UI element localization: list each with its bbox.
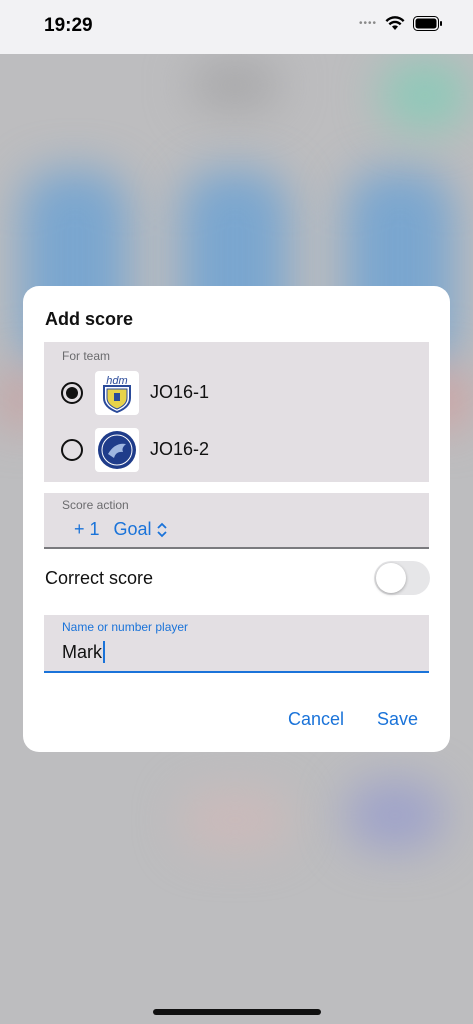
score-action-select[interactable]: Score action + 1 Goal xyxy=(44,493,429,549)
home-indicator[interactable] xyxy=(153,1009,321,1015)
team-option-jo16-1[interactable]: hdm JO16-1 xyxy=(44,367,429,417)
battery-icon xyxy=(413,16,442,31)
hdm-crest-icon: hdm xyxy=(95,371,139,415)
team-name: JO16-1 xyxy=(150,382,210,402)
status-bar: 19:29 •••• xyxy=(0,0,473,54)
add-score-dialog: Add score For team hdm JO16-1 JO16-2 Sco… xyxy=(23,286,450,752)
score-points: + 1 xyxy=(74,519,100,539)
toggle-knob xyxy=(376,563,406,593)
status-time: 19:29 xyxy=(44,15,93,36)
radio-unselected[interactable] xyxy=(61,439,83,461)
bg-blob xyxy=(190,60,280,110)
player-field-label: Name or number player xyxy=(62,620,189,634)
team-name: JO16-2 xyxy=(150,439,210,459)
team-section-label: For team xyxy=(62,349,111,363)
player-input[interactable]: Mark xyxy=(62,641,105,663)
player-input-value: Mark xyxy=(62,641,102,662)
team-selector: For team hdm JO16-1 JO16-2 xyxy=(44,342,429,482)
score-action-value[interactable]: + 1 Goal xyxy=(74,519,168,540)
wifi-icon xyxy=(385,16,405,30)
save-button[interactable]: Save xyxy=(377,709,418,730)
bg-blob xyxy=(180,790,290,850)
updown-chevron-icon xyxy=(156,522,167,537)
cancel-button[interactable]: Cancel xyxy=(288,709,344,730)
score-action-label: Score action xyxy=(62,498,129,512)
score-type: Goal xyxy=(113,519,152,539)
text-cursor xyxy=(103,641,105,663)
correct-score-label: Correct score xyxy=(45,568,154,588)
correct-score-toggle[interactable] xyxy=(374,561,430,595)
signal-dots-icon: •••• xyxy=(358,18,377,29)
team-option-jo16-2[interactable]: JO16-2 xyxy=(44,424,429,474)
bg-blob xyxy=(380,60,470,130)
score-type-dropdown[interactable]: Goal xyxy=(114,519,168,540)
radio-selected[interactable] xyxy=(61,382,83,404)
round-badge-icon xyxy=(95,428,139,472)
bg-blob xyxy=(345,780,445,850)
dialog-title: Add score xyxy=(45,309,134,329)
status-icons: •••• xyxy=(359,16,443,31)
player-input-field[interactable]: Name or number player Mark xyxy=(44,615,429,673)
